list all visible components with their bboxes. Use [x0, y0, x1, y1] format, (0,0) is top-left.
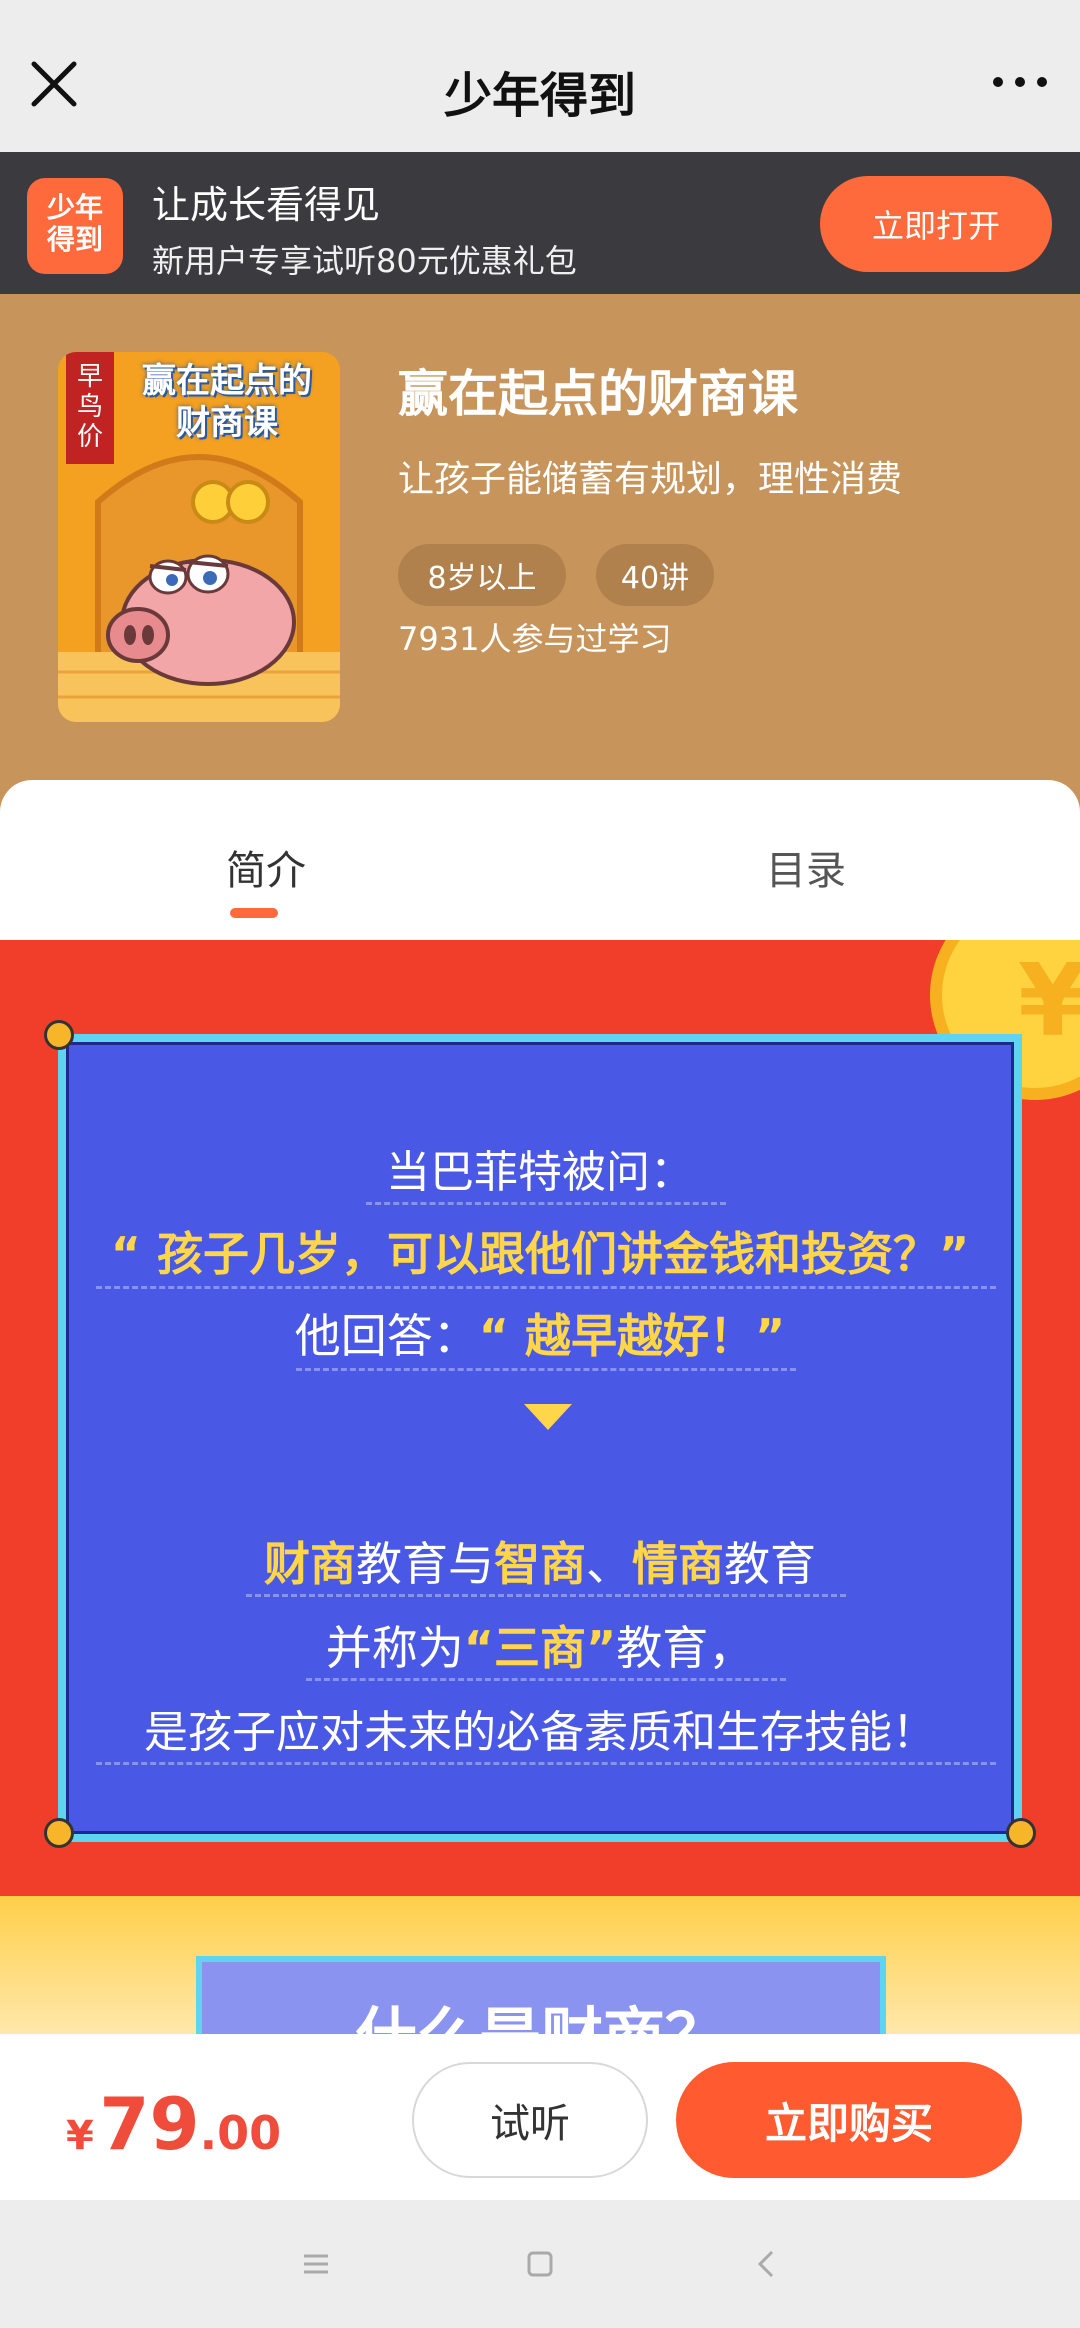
app-logo: 少年 得到 [27, 178, 123, 274]
banner-title: 让成长看得见 [152, 183, 381, 227]
course-header: 早鸟价 赢在起点的 财商课 赢在起点的财商课 让孩子能储蓄有规划，理性消费 8岁… [0, 294, 1080, 814]
quote-card: 当巴菲特被问： “ 孩子几岁，可以跟他们讲金钱和投资？” 他回答：“ 越早越好！… [58, 1034, 1022, 1842]
text: 教育 [724, 1537, 816, 1591]
price: ¥ 79.00 [66, 2082, 281, 2166]
price-decimal: .00 [199, 2106, 282, 2160]
coin-symbol: ¥ [1018, 942, 1080, 1059]
text: 教育与 [356, 1537, 494, 1591]
divider [296, 1368, 796, 1371]
divider [96, 1762, 996, 1765]
cover-title-line2: 财商课 [176, 403, 278, 443]
course-name: 赢在起点的财商课 [398, 365, 798, 423]
corner-dot [44, 1818, 74, 1848]
logo-text-bottom: 得到 [46, 223, 103, 256]
corner-dot [44, 1020, 74, 1050]
open-app-button[interactable]: 立即打开 [820, 176, 1052, 272]
corner-dot [1006, 1818, 1036, 1848]
lessons-tag: 40讲 [596, 544, 714, 606]
tab-bar: 简介 目录 [0, 780, 1080, 940]
age-tag: 8岁以上 [398, 544, 566, 606]
cover-title-line1: 赢在起点的 [142, 361, 312, 401]
price-integer: 79 [99, 2082, 200, 2166]
cover-title: 赢在起点的 财商课 [120, 360, 334, 444]
quote-line-4: 财商教育与智商、情商教育 [66, 1528, 1014, 1594]
highlight-fq: 财商 [264, 1537, 356, 1591]
system-nav-bar [0, 2200, 1080, 2328]
buy-now-button[interactable]: 立即购买 [676, 2062, 1022, 2178]
home-square-icon[interactable] [520, 2244, 560, 2284]
tab-intro[interactable]: 简介 [226, 838, 306, 896]
logo-text-top: 少年 [46, 191, 103, 224]
divider [246, 1594, 846, 1597]
quote-line-1: 当巴菲特被问： [386, 1147, 694, 1198]
early-bird-ribbon: 早鸟价 [66, 352, 114, 464]
active-tab-indicator [230, 908, 278, 918]
app-banner: 少年 得到 让成长看得见 新用户专享试听80元优惠礼包 立即打开 [0, 152, 1080, 294]
divider [366, 1202, 726, 1205]
banner-subtitle: 新用户专享试听80元优惠礼包 [152, 242, 577, 280]
title-bar: 少年得到 [0, 0, 1080, 152]
down-arrow-icon [524, 1404, 572, 1430]
quote-line-3: 他回答：“ 越早越好！” [66, 1300, 1014, 1366]
tab-catalog[interactable]: 目录 [766, 838, 846, 896]
text: 教育， [616, 1621, 755, 1675]
intro-poster: ¥ 当巴菲特被问： “ 孩子几岁，可以跟他们讲金钱和投资？” 他回答：“ 越早越… [0, 940, 1080, 2044]
course-description: 让孩子能储蓄有规划，理性消费 [398, 459, 903, 500]
quote-line-5: 并称为“三商”教育， [66, 1612, 1014, 1678]
more-icon[interactable] [990, 70, 1050, 94]
quote-line-3-prefix: 他回答： [294, 1309, 479, 1363]
divider [96, 1286, 996, 1289]
menu-icon[interactable] [296, 2244, 336, 2284]
page-title: 少年得到 [443, 68, 636, 124]
highlight-three-q: “三商” [463, 1621, 617, 1675]
what-is-fq-section: 什么是财商？ [0, 1896, 1080, 2044]
purchase-bar: ¥ 79.00 试听 立即购买 [0, 2034, 1080, 2200]
course-cover: 早鸟价 赢在起点的 财商课 [58, 352, 340, 722]
text: 并称为 [325, 1621, 464, 1675]
text: 、 [586, 1537, 632, 1591]
trial-button[interactable]: 试听 [412, 2062, 648, 2178]
back-icon[interactable] [748, 2244, 788, 2284]
currency-symbol: ¥ [66, 2113, 94, 2159]
highlight-eq: 情商 [632, 1537, 724, 1591]
quote-line-3-highlight: “ 越早越好！” [478, 1309, 786, 1363]
quote-line-6: 是孩子应对未来的必备素质和生存技能！ [144, 1707, 936, 1758]
learners-count: 7931人参与过学习 [398, 620, 672, 658]
highlight-iq: 智商 [494, 1537, 586, 1591]
quote-line-2: “ 孩子几岁，可以跟他们讲金钱和投资？” [110, 1227, 970, 1281]
section-title-box: 什么是财商？ [196, 1956, 886, 2044]
divider [306, 1678, 786, 1681]
